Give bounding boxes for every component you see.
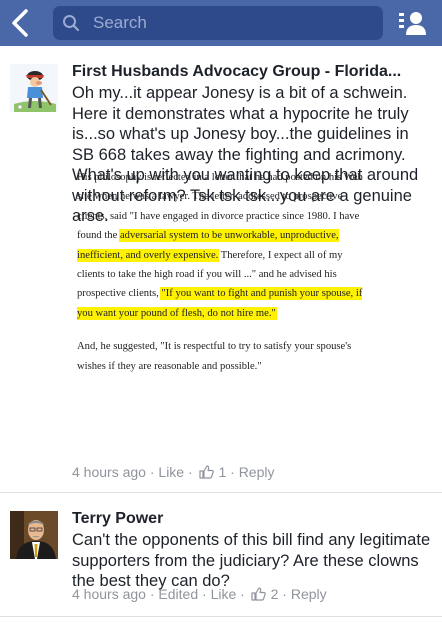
attached-article-image[interactable]: His philosophy is reflected in a letter … <box>72 168 372 413</box>
back-button[interactable] <box>8 8 34 38</box>
meta-separator: · <box>187 464 193 480</box>
meta-separator: · <box>230 464 235 480</box>
meta-separator: · <box>240 586 245 602</box>
like-button[interactable]: Like <box>211 586 237 602</box>
meta-separator: · <box>149 464 155 480</box>
comment-divider <box>0 616 442 617</box>
article-excerpt-paragraph: And, he suggested, "It is respectful to … <box>77 341 352 372</box>
comment-text: Can't the opponents of this bill find an… <box>72 531 431 590</box>
comment-timestamp[interactable]: 4 hours ago <box>72 464 146 480</box>
comment-meta: 4 hours ago · Like · 1 · Reply <box>72 463 274 481</box>
like-button[interactable]: Like <box>158 464 184 480</box>
golfer-cartoon-avatar-icon <box>10 64 58 112</box>
like-count: 1 <box>218 464 227 480</box>
comment-author[interactable]: First Husbands Advocacy Group - Florida.… <box>72 62 434 82</box>
search-input[interactable] <box>93 11 373 35</box>
chevron-left-icon <box>12 9 28 37</box>
meta-separator: · <box>282 586 287 602</box>
comment-timestamp[interactable]: 4 hours ago <box>72 586 146 602</box>
edited-label[interactable]: Edited <box>158 586 198 602</box>
friend-requests-icon <box>399 12 426 35</box>
meta-separator: · <box>149 586 155 602</box>
thumbs-up-icon[interactable] <box>198 465 214 479</box>
comment-divider <box>0 492 442 493</box>
like-count: 2 <box>270 586 279 602</box>
thumbs-up-icon[interactable] <box>251 587 266 601</box>
reply-button[interactable]: Reply <box>239 464 275 480</box>
meta-separator: · <box>202 586 207 602</box>
avatar[interactable] <box>10 64 58 112</box>
comment-meta: 4 hours ago · Edited · Like · 2 · Reply <box>72 585 327 603</box>
search-icon <box>63 15 80 32</box>
friend-requests-button[interactable] <box>398 10 428 36</box>
article-excerpt-paragraph: His philosophy is reflected in a letter … <box>77 168 372 323</box>
top-navigation-bar <box>0 0 442 46</box>
reply-button[interactable]: Reply <box>291 586 327 602</box>
profile-photo-avatar-icon <box>10 511 58 559</box>
avatar[interactable] <box>10 511 58 559</box>
search-bar[interactable] <box>53 6 383 40</box>
comment-author[interactable]: Terry Power <box>72 509 434 529</box>
